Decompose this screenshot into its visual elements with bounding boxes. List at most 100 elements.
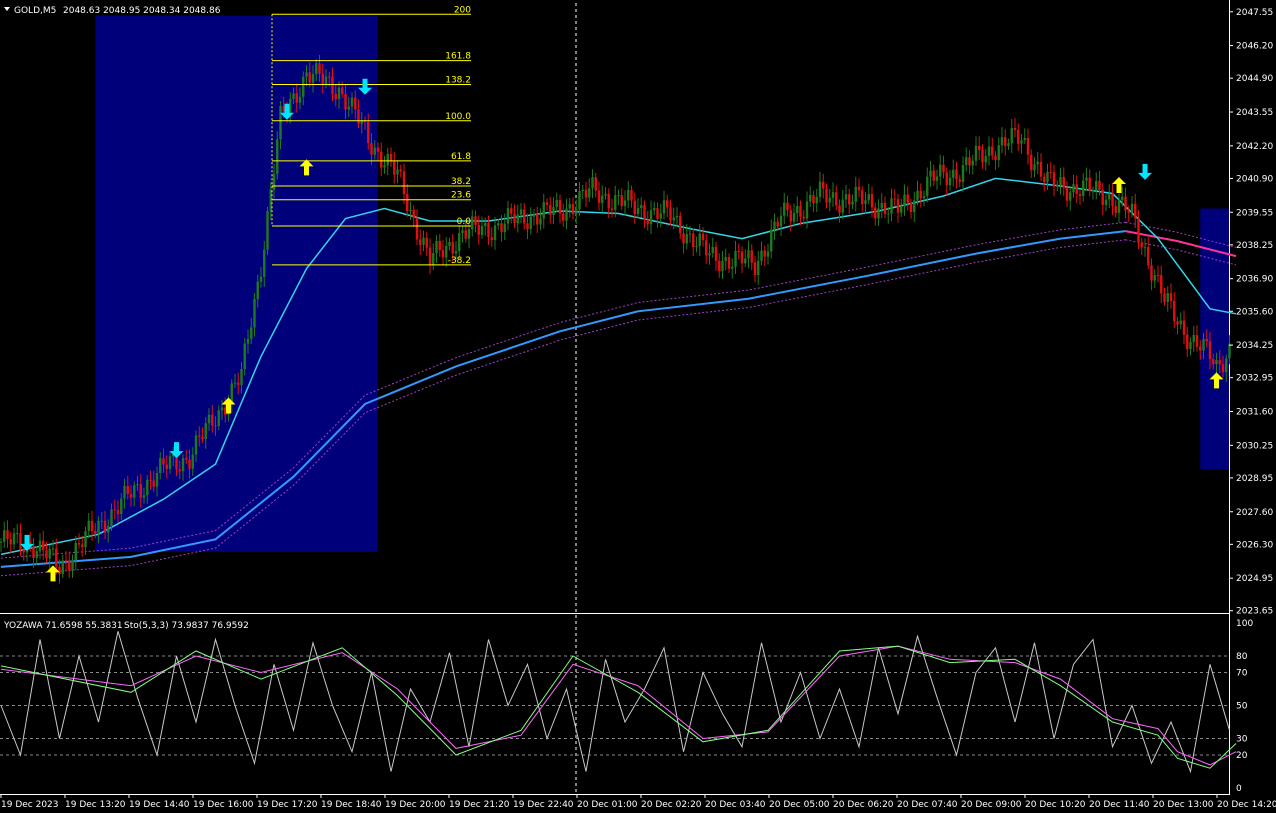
candle-body bbox=[913, 200, 916, 212]
time-tick-label: 20 Dec 11:40 bbox=[1089, 800, 1150, 810]
candle-body bbox=[874, 207, 877, 219]
candle-body bbox=[1189, 341, 1192, 349]
symbol-label: GOLD,M5 bbox=[14, 6, 56, 16]
candle-body bbox=[815, 196, 818, 204]
candle-body bbox=[467, 229, 471, 239]
candle-body bbox=[490, 237, 493, 240]
candle-body bbox=[32, 546, 35, 558]
candle-body bbox=[1033, 164, 1036, 171]
candle-body bbox=[259, 276, 263, 282]
price-tick-label: 2035.60 bbox=[1236, 307, 1273, 317]
candle-body bbox=[133, 485, 136, 498]
candle-body bbox=[6, 530, 9, 540]
candle-body bbox=[961, 165, 965, 182]
candle-body bbox=[35, 551, 38, 558]
candle-body bbox=[38, 540, 42, 552]
candle-body bbox=[315, 63, 318, 74]
candle-body bbox=[1147, 247, 1150, 266]
time-tick-label: 19 Dec 22:40 bbox=[513, 800, 574, 810]
candle-body bbox=[945, 172, 948, 186]
candle-body bbox=[669, 207, 672, 221]
candle-body bbox=[386, 153, 389, 166]
candle-body bbox=[61, 560, 64, 574]
candle-body bbox=[185, 458, 188, 460]
candle-body bbox=[968, 157, 971, 166]
candle-body bbox=[844, 194, 848, 200]
candle-body bbox=[458, 233, 461, 251]
candle-body bbox=[646, 219, 649, 225]
time-tick-label: 20 Dec 06:20 bbox=[833, 800, 894, 810]
candle-body bbox=[588, 188, 591, 198]
candle-body bbox=[591, 177, 594, 189]
candle-body bbox=[16, 533, 19, 535]
candle-body bbox=[578, 190, 581, 210]
candle-body bbox=[740, 251, 744, 264]
candle-body bbox=[649, 210, 653, 225]
candle-body bbox=[1215, 360, 1218, 365]
candle-body bbox=[809, 195, 812, 202]
candle-body bbox=[1075, 184, 1078, 195]
candle-body bbox=[727, 257, 731, 269]
candle-body bbox=[321, 73, 324, 85]
candle-body bbox=[1095, 180, 1098, 191]
candle-body bbox=[822, 181, 825, 189]
candle-body bbox=[471, 216, 474, 230]
candle-body bbox=[308, 72, 311, 83]
candle-body bbox=[81, 544, 84, 548]
candle-body bbox=[906, 194, 909, 203]
candle-body bbox=[620, 195, 623, 207]
candle-body bbox=[701, 233, 705, 241]
candle-body bbox=[838, 205, 841, 213]
candle-body bbox=[1030, 154, 1033, 171]
candle-body bbox=[799, 206, 802, 217]
time-tick-label: 19 Dec 13:20 bbox=[65, 800, 126, 810]
candle-body bbox=[214, 425, 217, 427]
candle-body bbox=[883, 202, 887, 215]
candle-body bbox=[1069, 192, 1072, 201]
candle-body bbox=[604, 193, 607, 196]
candle-body bbox=[152, 480, 155, 487]
candle-body bbox=[1039, 161, 1043, 177]
candle-body bbox=[211, 414, 214, 426]
candle-body bbox=[519, 209, 523, 215]
candle-body bbox=[734, 250, 737, 267]
candle-body bbox=[1023, 137, 1026, 141]
candle-body bbox=[376, 147, 380, 152]
candle-body bbox=[298, 96, 302, 103]
candle-body bbox=[1186, 334, 1189, 349]
candle-body bbox=[773, 221, 776, 230]
candle-body bbox=[240, 368, 243, 385]
candle-body bbox=[718, 260, 721, 272]
chart-area[interactable]: 200161.8138.2100.061.838.223.60.0-38.2 2… bbox=[0, 0, 1276, 813]
candle-body bbox=[126, 485, 129, 495]
candle-body bbox=[1065, 187, 1069, 201]
candle-body bbox=[529, 216, 532, 230]
candle-body bbox=[181, 458, 185, 472]
candle-body bbox=[198, 435, 201, 437]
candle-body bbox=[399, 169, 402, 172]
candle-body bbox=[276, 139, 279, 174]
candle-body bbox=[1176, 321, 1179, 325]
candle-body bbox=[1121, 196, 1124, 201]
candle-body bbox=[337, 87, 341, 99]
candle-body bbox=[867, 194, 870, 201]
candle-body bbox=[617, 195, 620, 197]
candle-body bbox=[1127, 210, 1130, 213]
candle-body bbox=[1117, 200, 1121, 213]
candle-body bbox=[861, 190, 864, 204]
fib-level-label: 38.2 bbox=[451, 177, 471, 187]
price-tick-label: 2034.25 bbox=[1236, 341, 1273, 351]
candle-body bbox=[513, 213, 516, 224]
candle-body bbox=[334, 94, 337, 99]
candle-body bbox=[136, 484, 139, 486]
candle-body bbox=[627, 189, 630, 201]
candle-body bbox=[542, 202, 545, 219]
candle-body bbox=[419, 239, 422, 245]
candle-body bbox=[965, 157, 968, 166]
candle-body bbox=[1228, 343, 1231, 359]
candle-body bbox=[796, 206, 799, 214]
candle-body bbox=[425, 237, 428, 248]
candle-body bbox=[370, 142, 373, 155]
candle-body bbox=[90, 520, 94, 532]
candle-body bbox=[744, 258, 747, 264]
